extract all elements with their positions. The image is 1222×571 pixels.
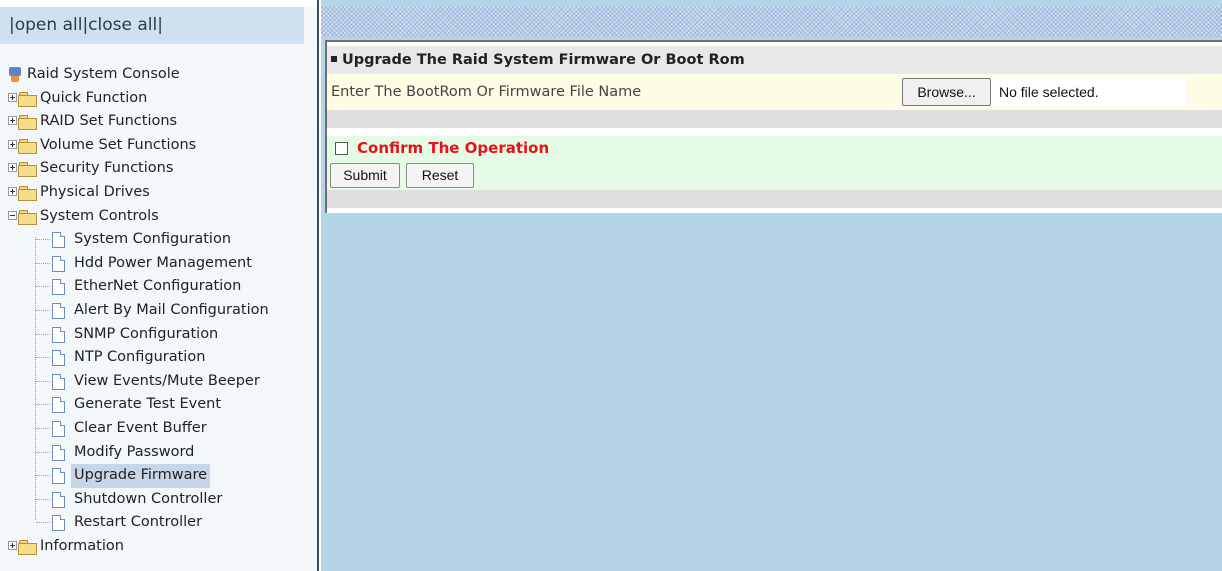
confirm-label[interactable]: Confirm The Operation	[357, 139, 549, 157]
page-icon	[52, 444, 65, 461]
tree-item-generate-test-event[interactable]: Generate Test Event	[0, 393, 317, 417]
tree-folder-label: RAID Set Functions	[40, 113, 178, 130]
folder-icon	[18, 91, 37, 107]
tree-item-label-selected: Upgrade Firmware	[71, 464, 211, 488]
tree-item-system-configuration[interactable]: System Configuration	[0, 228, 317, 252]
tree-folder-label: Volume Set Functions	[40, 136, 197, 153]
open-all-link[interactable]: open all	[15, 15, 83, 35]
plus-box-icon[interactable]	[8, 116, 17, 126]
tree-item-label: EtherNet Configuration	[74, 278, 242, 295]
tree-item-ethernet-configuration[interactable]: EtherNet Configuration	[0, 275, 317, 299]
tree-item-snmp-configuration[interactable]: SNMP Configuration	[0, 323, 317, 347]
page-icon	[52, 515, 65, 532]
tree-folder-label: Quick Function	[40, 89, 148, 106]
tree-folder-volume-set-functions[interactable]: Volume Set Functions	[0, 134, 317, 158]
tree-item-label: Hdd Power Management	[74, 254, 252, 271]
tree-root-label: Raid System Console	[27, 66, 180, 82]
tree-folder-raid-set-functions[interactable]: RAID Set Functions	[0, 110, 317, 134]
confirm-checkbox[interactable]	[335, 142, 348, 155]
tree-item-label: SNMP Configuration	[74, 325, 219, 342]
tree-folder-label: Security Functions	[40, 160, 174, 177]
separator: |	[157, 15, 163, 35]
tree-folder-quick-function[interactable]: Quick Function	[0, 87, 317, 111]
folder-icon	[18, 185, 37, 201]
page-icon	[52, 491, 65, 508]
file-status-text: No file selected.	[999, 84, 1099, 100]
navigation-frame: |open all|close all| Raid System Console…	[0, 0, 319, 571]
tree-folder-label: System Controls	[40, 207, 159, 224]
button-row: Submit Reset	[327, 160, 1222, 190]
plus-box-icon[interactable]	[8, 92, 17, 102]
separator-bar	[327, 190, 1222, 208]
tree-item-alert-by-mail-configuration[interactable]: Alert By Mail Configuration	[0, 299, 317, 323]
tree-connector	[35, 237, 36, 520]
tree-item-modify-password[interactable]: Modify Password	[0, 441, 317, 465]
page-icon	[52, 279, 65, 296]
plus-box-icon[interactable]	[8, 540, 17, 550]
bullet-square-icon	[331, 56, 337, 62]
folder-icon	[18, 162, 37, 178]
page-icon	[52, 468, 65, 485]
minus-box-icon[interactable]	[8, 210, 17, 220]
tree-item-view-events-mute-beeper[interactable]: View Events/Mute Beeper	[0, 370, 317, 394]
page-icon	[52, 397, 65, 414]
tree-item-label: NTP Configuration	[74, 349, 206, 366]
browse-button[interactable]: Browse...	[902, 78, 991, 106]
page-icon	[52, 255, 65, 272]
separator-bar	[327, 110, 1222, 128]
page-icon	[52, 302, 65, 319]
tree-item-restart-controller[interactable]: Restart Controller	[0, 511, 317, 535]
file-prompt-label: Enter The BootRom Or Firmware File Name	[331, 84, 642, 100]
page-icon	[52, 420, 65, 437]
tree-item-label: Modify Password	[74, 443, 195, 460]
reset-button[interactable]: Reset	[406, 163, 474, 188]
file-input[interactable]: Browse... No file selected.	[902, 78, 1187, 106]
upgrade-firmware-panel: Upgrade The Raid System Firmware Or Boot…	[325, 40, 1222, 213]
tree-folder-label: Physical Drives	[40, 183, 150, 200]
plus-box-icon[interactable]	[8, 139, 17, 149]
tree-item-label: Shutdown Controller	[74, 490, 223, 507]
tree-folder-label: Information	[40, 537, 124, 554]
plus-box-icon[interactable]	[8, 186, 17, 196]
page-icon	[52, 350, 65, 367]
tree-item-label: Alert By Mail Configuration	[74, 301, 269, 318]
folder-open-icon	[18, 209, 37, 225]
page-icon	[52, 232, 65, 249]
tree-root[interactable]: Raid System Console	[0, 63, 317, 87]
tree-item-label: Generate Test Event	[74, 396, 222, 413]
confirm-row: Confirm The Operation	[327, 136, 1222, 160]
tree-folder-security-functions[interactable]: Security Functions	[0, 157, 317, 181]
tree-item-upgrade-firmware[interactable]: Upgrade Firmware	[0, 464, 317, 488]
folder-icon	[18, 115, 37, 131]
tree-item-clear-event-buffer[interactable]: Clear Event Buffer	[0, 417, 317, 441]
tree-item-hdd-power-management[interactable]: Hdd Power Management	[0, 252, 317, 276]
page-icon	[52, 373, 65, 390]
tree-folder-information[interactable]: Information	[0, 535, 317, 559]
page-icon	[52, 326, 65, 343]
navigation-tree: Raid System Console Quick Function RAID …	[0, 63, 317, 559]
top-strip	[0, 0, 317, 7]
tree-item-label: System Configuration	[74, 231, 232, 248]
plus-box-icon[interactable]	[8, 163, 17, 173]
server-icon	[8, 67, 22, 83]
panel-header: Upgrade The Raid System Firmware Or Boot…	[327, 46, 1222, 74]
folder-icon	[18, 539, 37, 555]
tree-item-shutdown-controller[interactable]: Shutdown Controller	[0, 488, 317, 512]
close-all-link[interactable]: close all	[88, 15, 157, 35]
open-close-bar: |open all|close all|	[0, 7, 304, 44]
folder-icon	[18, 138, 37, 154]
tree-item-label: Restart Controller	[74, 514, 203, 531]
file-row: Enter The BootRom Or Firmware File Name …	[327, 74, 1222, 110]
tree-folder-physical-drives[interactable]: Physical Drives	[0, 181, 317, 205]
tree-item-label: View Events/Mute Beeper	[74, 372, 260, 389]
submit-button[interactable]: Submit	[330, 163, 400, 188]
header-pattern-strip	[321, 7, 1222, 37]
content-frame: Upgrade The Raid System Firmware Or Boot…	[321, 0, 1222, 571]
tree-item-label: Clear Event Buffer	[74, 419, 207, 436]
tree-item-ntp-configuration[interactable]: NTP Configuration	[0, 346, 317, 370]
panel-title: Upgrade The Raid System Firmware Or Boot…	[342, 52, 745, 68]
tree-folder-system-controls[interactable]: System Controls	[0, 205, 317, 229]
